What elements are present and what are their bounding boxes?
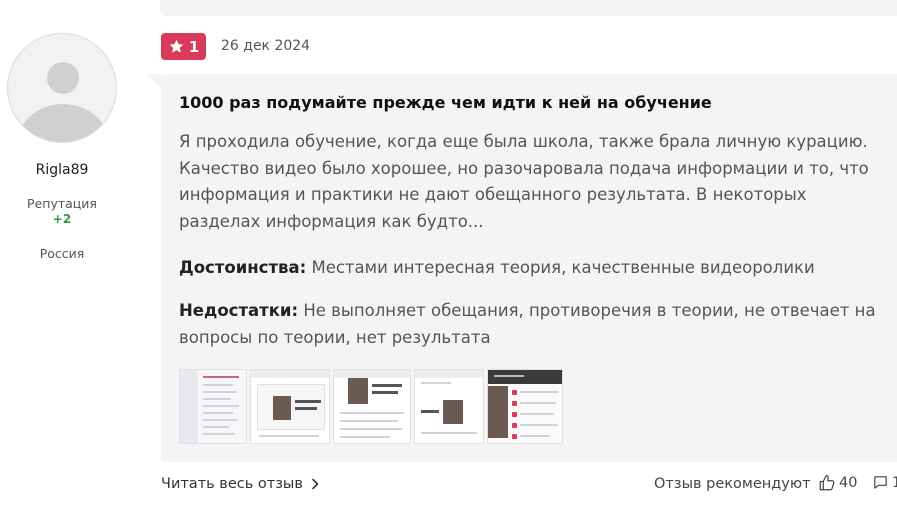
review-title[interactable]: 1000 раз подумайте прежде чем идти к ней… [179, 93, 712, 112]
thumbnail-2[interactable] [250, 369, 330, 444]
review-thumbnails [179, 369, 563, 444]
reputation-value: +2 [52, 212, 72, 226]
thumbnail-3[interactable] [333, 369, 411, 444]
like-button[interactable]: 40 [818, 474, 857, 492]
cons-label: Недостатки: [179, 301, 299, 320]
author-panel: Rigla89 Репутация +2 Россия [0, 32, 124, 261]
rating-badge: 1 [161, 33, 206, 60]
recommend-label: Отзыв рекомендуют [654, 476, 811, 492]
author-name[interactable]: Rigla89 [0, 162, 124, 178]
reputation-label: Репутация [27, 196, 97, 211]
thumbs-up-icon [818, 474, 836, 492]
review-cons: Недостатки: Не выполняет обещания, проти… [179, 298, 884, 351]
thumbnail-4[interactable] [414, 369, 484, 444]
comments-button[interactable]: 1 [872, 474, 897, 491]
review-pros: Достоинства: Местами интересная теория, … [179, 255, 884, 282]
star-icon [168, 38, 185, 55]
thumbnail-5[interactable] [487, 369, 563, 444]
review-date: 26 дек 2024 [221, 38, 311, 54]
pros-text: Местами интересная теория, качественные … [311, 258, 815, 277]
avatar[interactable] [7, 33, 117, 143]
chevron-right-icon [311, 478, 319, 490]
thumbnail-1[interactable] [179, 369, 247, 444]
comment-icon [872, 474, 889, 491]
pros-label: Достоинства: [179, 258, 307, 277]
read-full-review-link[interactable]: Читать весь отзыв [161, 476, 319, 492]
likes-count: 40 [839, 475, 858, 491]
author-country: Россия [39, 246, 85, 261]
review-body: Я проходила обучение, когда еще была шко… [179, 132, 869, 231]
previous-review-strip [160, 0, 897, 16]
read-more-label: Читать весь отзыв [161, 476, 303, 492]
comments-count: 1 [892, 474, 897, 491]
rating-value: 1 [188, 37, 200, 56]
card-pointer [147, 74, 161, 88]
